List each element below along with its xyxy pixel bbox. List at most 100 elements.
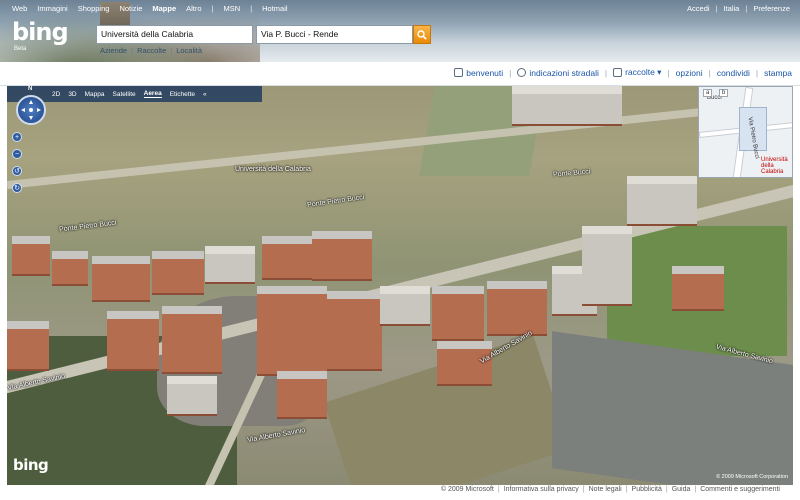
top-navigation: Web Immagini Shopping Notizie Mappe Altr… <box>12 4 288 13</box>
aerial-map[interactable]: Università della Calabria Ponte Pietro B… <box>7 86 793 485</box>
edit-icon <box>454 68 464 77</box>
zoom-out-button[interactable]: − <box>12 149 22 159</box>
map-building <box>327 291 382 371</box>
compass-north: N <box>28 86 33 92</box>
map-building <box>107 311 159 371</box>
subnav-raccolte[interactable]: Raccolte <box>137 46 166 55</box>
collections-label: raccolte ▾ <box>625 67 662 77</box>
zoom-in-button[interactable]: + <box>12 132 22 142</box>
toolbar-separator: | <box>708 67 711 78</box>
page: Web Immagini Shopping Notizie Mappe Altr… <box>0 0 800 500</box>
footer-help-link[interactable]: Guida <box>672 486 691 493</box>
nav-altro[interactable]: Altro <box>186 4 201 13</box>
rotate-left-button[interactable]: ↺ <box>12 166 22 176</box>
steering-wheel-icon <box>517 68 527 77</box>
print-button[interactable]: stampa <box>764 68 792 78</box>
search-where-input[interactable]: Via P. Bucci - Rende <box>256 25 413 44</box>
mode-2d-button[interactable]: 2D <box>52 91 60 98</box>
map-building <box>487 281 547 336</box>
labels-toggle[interactable]: Etichette <box>170 91 195 98</box>
map-copyright: © 2009 Microsoft Corporation <box>716 474 788 480</box>
footer-feedback-link[interactable]: Commenti e suggerimenti <box>700 486 780 493</box>
footer: © 2009 Microsoft | Informativa sulla pri… <box>441 486 780 493</box>
view-map-button[interactable]: Mappa <box>85 91 105 98</box>
header: Web Immagini Shopping Notizie Mappe Altr… <box>0 0 800 62</box>
map-building <box>257 286 327 376</box>
signin-link[interactable]: Accedi <box>687 4 710 13</box>
mode-3d-button[interactable]: 3D <box>68 91 76 98</box>
options-button[interactable]: opzioni <box>676 68 703 78</box>
bing-logo[interactable]: bing Beta <box>12 18 92 52</box>
search-what-input[interactable]: Università della Calabria <box>96 25 253 44</box>
map-building <box>162 306 222 374</box>
zoom-rotate-controls: + − ↺ ↻ <box>12 132 22 193</box>
minimap-place-label: Università della Calabria <box>761 157 788 175</box>
welcome-button[interactable]: benvenuti <box>454 68 503 78</box>
collections-icon <box>613 68 623 77</box>
map-building <box>167 376 217 416</box>
footer-advertising-link[interactable]: Pubblicità <box>632 486 662 493</box>
search-icon <box>417 29 427 40</box>
search-subnav: Aziende | Raccolte | Località <box>100 46 202 55</box>
subnav-aziende[interactable]: Aziende <box>100 46 127 55</box>
footer-separator: | <box>665 486 668 493</box>
collapse-controls-button[interactable]: « <box>203 91 207 98</box>
footer-separator: | <box>497 486 500 493</box>
nav-web[interactable]: Web <box>12 4 27 13</box>
nav-hotmail[interactable]: Hotmail <box>262 4 287 13</box>
view-aerial-button[interactable]: Aerea <box>143 90 162 98</box>
pan-arrows-icon <box>21 100 41 120</box>
pan-navigation-pad[interactable] <box>16 95 46 125</box>
view-satellite-button[interactable]: Satellite <box>113 91 136 98</box>
map-building <box>380 286 430 326</box>
region-link[interactable]: Italia <box>724 4 740 13</box>
welcome-label: benvenuti <box>466 67 504 78</box>
map-building <box>672 266 724 311</box>
logo-text: bing <box>12 18 69 46</box>
directions-button[interactable]: indicazioni stradali <box>517 67 599 78</box>
directions-label: indicazioni stradali <box>529 67 599 78</box>
map-label-street: Ponte Bucci <box>552 168 591 179</box>
print-label: stampa <box>764 67 792 78</box>
map-building <box>512 86 622 126</box>
map-building <box>12 236 50 276</box>
map-building <box>627 176 697 226</box>
footer-legal-link[interactable]: Note legali <box>589 486 622 493</box>
options-label: opzioni <box>675 67 703 78</box>
map-toolbar: benvenuti | indicazioni stradali | racco… <box>0 62 800 86</box>
minimap-tab-a[interactable]: a <box>703 89 713 97</box>
toolbar-separator: | <box>509 67 512 78</box>
toolbar-separator: | <box>667 67 670 78</box>
nav-notizie[interactable]: Notizie <box>119 4 142 13</box>
toplink-separator: | <box>745 4 748 13</box>
nav-mappe[interactable]: Mappe <box>152 4 176 13</box>
footer-separator: | <box>694 486 697 493</box>
map-label-university: Università della Calabria <box>235 166 311 173</box>
map-label-street: Ponte Pietro Bucci <box>58 219 117 234</box>
footer-privacy-link[interactable]: Informativa sulla privacy <box>504 486 579 493</box>
footer-copyright: © 2009 Microsoft <box>440 486 494 493</box>
share-button[interactable]: condividi <box>717 68 750 78</box>
minimap-tab-b[interactable]: b <box>719 89 729 97</box>
toolbar-separator: | <box>755 67 759 78</box>
nav-msn[interactable]: MSN <box>224 4 241 13</box>
overview-minimap[interactable]: Bucci Via Pietro Bucci Università della … <box>698 86 793 178</box>
rotate-right-button[interactable]: ↻ <box>12 183 22 193</box>
toolbar-separator: | <box>604 67 608 78</box>
nav-shopping[interactable]: Shopping <box>78 4 110 13</box>
logo-beta: Beta <box>14 46 27 52</box>
account-links: Accedi | Italia | Preferenze <box>687 4 790 13</box>
footer-separator: | <box>625 486 628 493</box>
nav-immagini[interactable]: Immagini <box>37 4 67 13</box>
share-label: condividi <box>716 67 750 78</box>
collections-button[interactable]: raccolte ▾ <box>613 67 661 78</box>
map-view-controls: 2D 3D Mappa Satellite Aerea Etichette « <box>7 86 262 102</box>
map-label-street: Via Alberto Savinio <box>246 426 306 445</box>
preferences-link[interactable]: Preferenze <box>753 4 790 13</box>
toplink-separator: | <box>715 4 718 13</box>
subnav-localita[interactable]: Località <box>176 46 202 55</box>
map-bing-logo: bing <box>13 456 49 474</box>
nav-separator: | <box>250 4 253 13</box>
search-button[interactable] <box>413 25 431 44</box>
map-building <box>152 251 204 295</box>
